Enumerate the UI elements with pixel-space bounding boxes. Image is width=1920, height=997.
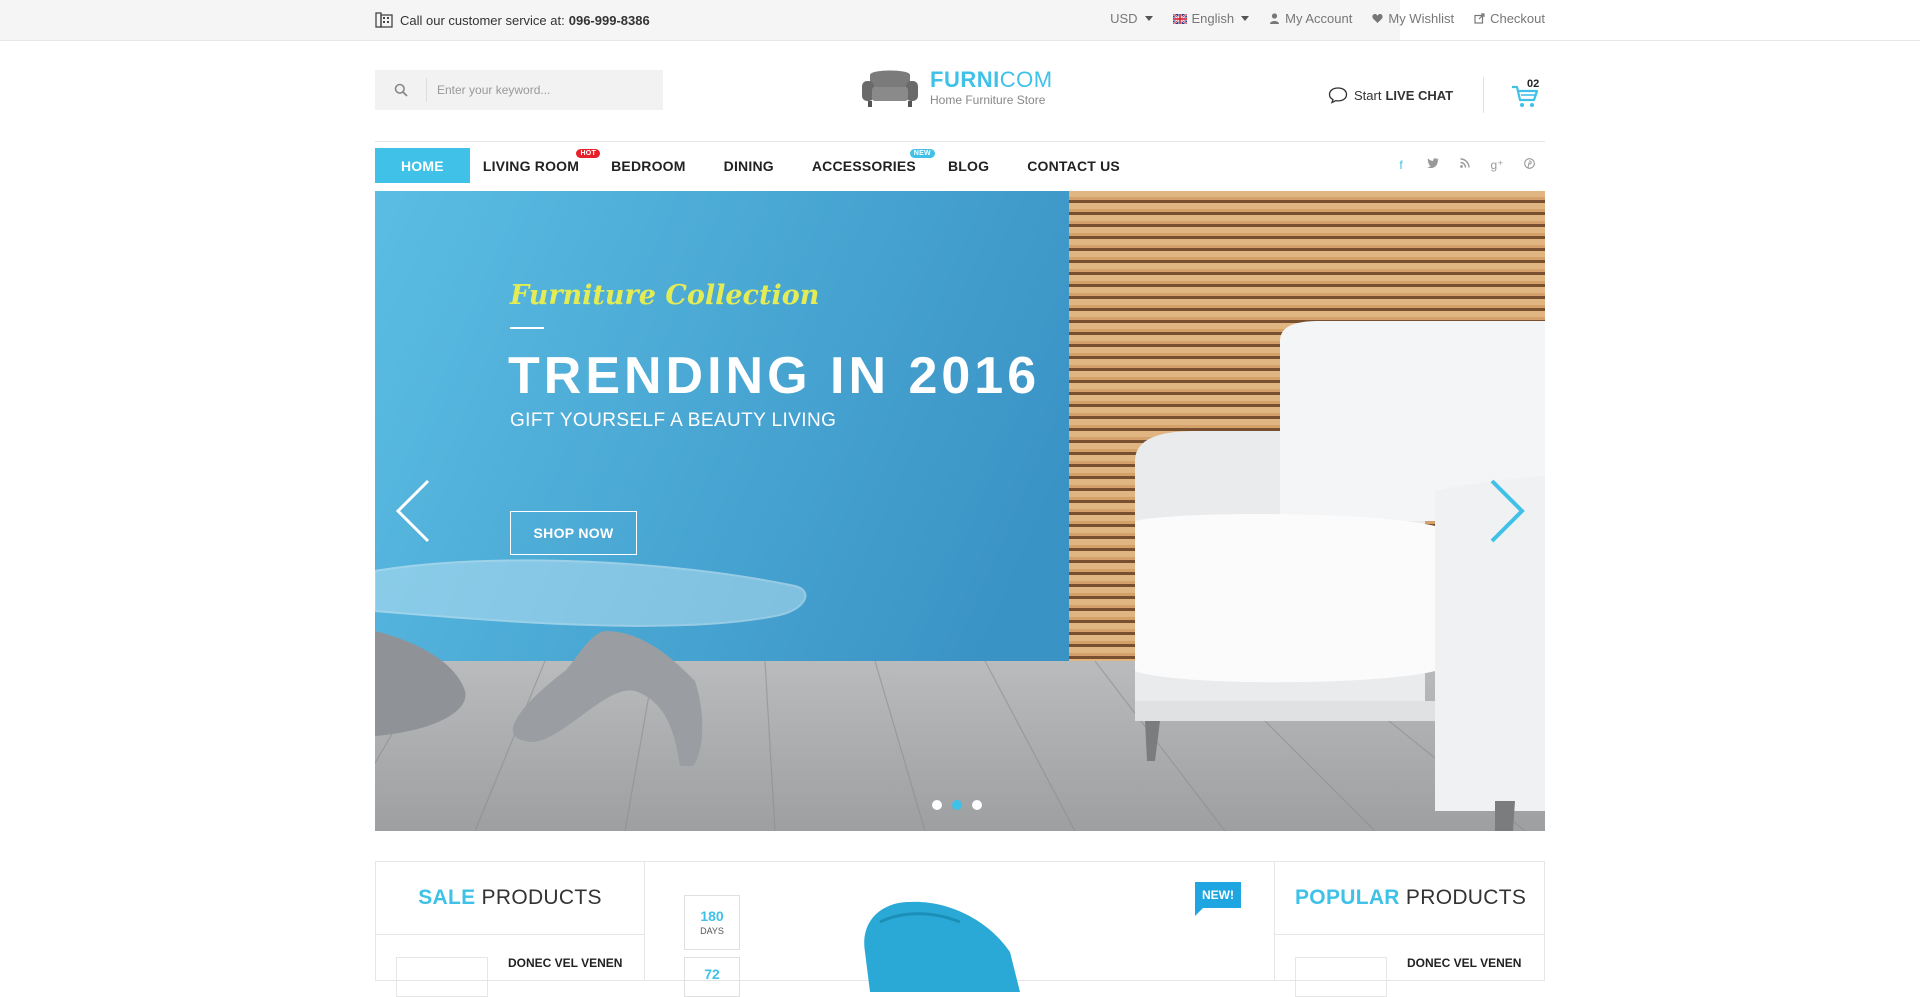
divider [375, 141, 1545, 142]
product-thumbnail[interactable] [396, 957, 488, 997]
service-phone[interactable]: 096-999-8386 [569, 13, 650, 28]
my-account-label: My Account [1285, 11, 1353, 26]
external-link-icon [1474, 13, 1485, 24]
hero-subheadline: GIFT YOURSELF A BEAUTY LIVING [510, 410, 837, 431]
customer-service: Call our customer service at: 096-999-83… [375, 11, 650, 29]
user-icon [1270, 13, 1280, 24]
google-plus-icon[interactable]: g⁺ [1481, 158, 1513, 172]
armchair-logo-icon [862, 70, 918, 107]
my-wishlist-label: My Wishlist [1388, 11, 1455, 26]
rss-icon[interactable] [1449, 158, 1481, 172]
nav-item-contact-us[interactable]: CONTACT US [1014, 148, 1133, 183]
chevron-down-icon [1241, 16, 1250, 21]
nav-item-living-room[interactable]: LIVING ROOM HOT [470, 148, 601, 183]
hero-script-title: Furniture Collection [510, 280, 820, 311]
pinterest-icon[interactable] [1513, 158, 1545, 172]
slider-dot[interactable] [972, 800, 982, 810]
facebook-icon[interactable]: f [1385, 158, 1417, 172]
new-badge: NEW [909, 149, 935, 158]
countdown-hours: 72 [684, 957, 740, 997]
top-bar: Call our customer service at: 096-999-83… [0, 0, 1920, 41]
nav-item-home[interactable]: HOME [375, 148, 470, 183]
header: FURNICOM Home Furniture Store Start LIVE… [375, 41, 1545, 141]
nav-item-blog[interactable]: BLOG [935, 148, 1002, 183]
countdown-days: 180 DAYS [684, 895, 740, 950]
service-label: Call our customer service at: [400, 12, 565, 28]
logo-tagline: Home Furniture Store [930, 93, 1046, 107]
cart-button[interactable]: 02 [1510, 78, 1546, 111]
hero-headline: TRENDING IN 2016 [508, 347, 1041, 405]
phone-icon [375, 12, 393, 28]
slider-dot-active[interactable] [952, 800, 962, 810]
popular-products-panel: POPULAR PRODUCTS DONEC VEL VENEN [1274, 861, 1545, 997]
new-badge: NEW! [1195, 882, 1241, 916]
featured-product-image[interactable] [860, 892, 1080, 992]
chevron-left-icon[interactable] [393, 478, 433, 544]
featured-product-panel: 180 DAYS 72 NEW! [644, 861, 1275, 997]
twitter-icon[interactable] [1417, 158, 1449, 172]
chevron-right-icon[interactable] [1487, 478, 1527, 544]
language-label: English [1191, 11, 1235, 26]
chat-label: LIVE CHAT [1385, 87, 1454, 103]
currency-select[interactable]: USD [1110, 11, 1153, 26]
divider [376, 934, 644, 935]
social-links: f g⁺ [1385, 158, 1545, 172]
main-nav: HOME LIVING ROOM HOT BEDROOM DINING ACCES… [375, 148, 1545, 183]
hero-slider: Furniture Collection TRENDING IN 2016 GI… [375, 191, 1545, 831]
divider [1275, 934, 1544, 935]
nav-item-dining[interactable]: DINING [711, 148, 787, 183]
live-chat-button[interactable]: Start LIVE CHAT [1328, 86, 1453, 104]
product-thumbnail[interactable] [1295, 957, 1387, 997]
product-name[interactable]: DONEC VEL VENEN [1407, 956, 1521, 970]
my-wishlist-link[interactable]: My Wishlist [1372, 11, 1454, 26]
nav-item-bedroom[interactable]: BEDROOM [598, 148, 699, 183]
slider-pagination [932, 800, 992, 810]
checkout-label: Checkout [1490, 11, 1545, 26]
language-select[interactable]: English [1172, 11, 1250, 26]
site-logo[interactable]: FURNICOM Home Furniture Store [860, 67, 1053, 109]
sale-products-panel: SALE PRODUCTS DONEC VEL VENEN [375, 861, 645, 997]
cart-count: 02 [1527, 78, 1540, 90]
checkout-link[interactable]: Checkout [1474, 11, 1545, 26]
currency-label: USD [1110, 11, 1138, 26]
uk-flag-icon [1172, 13, 1187, 24]
hot-badge: HOT [576, 149, 601, 158]
heart-icon [1372, 13, 1383, 23]
search-input[interactable] [427, 83, 627, 97]
chevron-down-icon [1144, 16, 1153, 21]
logo-text: FURNICOM [930, 67, 1053, 92]
divider [1483, 77, 1484, 113]
section-title: POPULAR PRODUCTS [1295, 886, 1527, 909]
slider-dot[interactable] [932, 800, 942, 810]
nav-item-accessories[interactable]: ACCESSORIES NEW [799, 148, 935, 183]
chat-bubble-icon [1328, 87, 1348, 104]
chat-prefix: Start [1354, 87, 1382, 103]
shop-now-button[interactable]: SHOP NOW [510, 511, 637, 555]
my-account-link[interactable]: My Account [1269, 11, 1352, 26]
search-icon[interactable] [375, 78, 427, 102]
search-box [375, 70, 663, 110]
section-title: SALE PRODUCTS [418, 886, 602, 909]
divider [510, 327, 544, 329]
product-name[interactable]: DONEC VEL VENEN [508, 956, 622, 970]
